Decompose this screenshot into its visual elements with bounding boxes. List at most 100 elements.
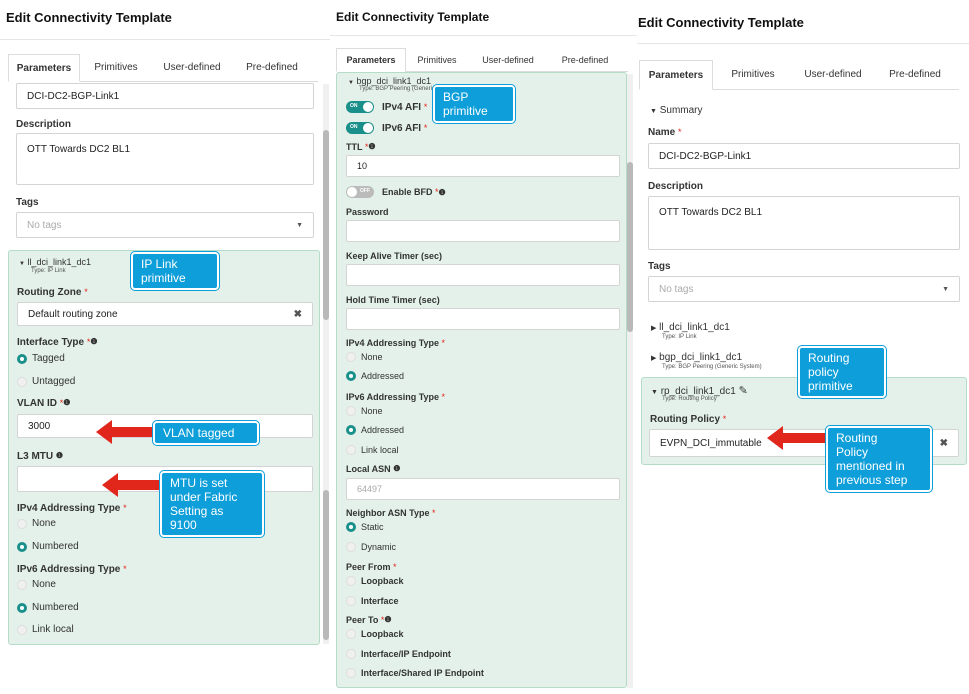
radio-peer-to-interface-shared[interactable]: Interface/Shared IP Endpoint [346,668,484,678]
tab-primitives[interactable]: Primitives [80,54,152,81]
description-field[interactable]: OTT Towards DC2 BL1 [16,133,314,185]
caret-down-icon: ▼ [348,80,354,86]
neighbor-asn-label: Neighbor ASN Type * [346,508,436,518]
ttl-field[interactable]: 10 [346,155,620,177]
holdtime-label: Hold Time Timer (sec) [346,295,440,305]
password-field[interactable] [346,220,620,242]
radio-peer-from-interface[interactable]: Interface [346,596,399,606]
radio-tagged[interactable]: Tagged [17,353,65,364]
caret-right-icon: ▶ [651,355,657,362]
pencil-icon[interactable]: ✎ [739,385,748,397]
callout-ip-link: IP Link primitive [131,252,219,290]
toggle-bfd[interactable]: OFF Enable BFD * ❶ [346,186,446,198]
callout-routing-policy-primitive: Routing policy primitive [798,346,886,398]
radio-ipv4-none[interactable]: None [346,352,383,362]
tree-node-ip-link[interactable]: ▶ ll_dci_link1_dc1 [651,322,730,333]
local-asn-label: Local ASN ❶ [346,464,401,474]
callout-bgp: BGP primitive [433,85,515,123]
tab-user-defined[interactable]: User-defined [468,48,548,71]
radio-peer-to-interface-ip[interactable]: Interface/IP Endpoint [346,649,451,659]
tab-primitives[interactable]: Primitives [713,60,793,89]
block-title[interactable]: ▼ ll_dci_link1_dc1 [19,257,91,267]
toggle-ipv4-afi[interactable]: ON IPv4 AFI * [346,101,427,113]
radio-ipv6-addressed[interactable]: Addressed [346,425,404,435]
callout-mentioned: Routing Policy mentioned in previous step [826,426,932,492]
scrollbar-thumb-lower[interactable] [323,490,329,640]
radio-ipv4-numbered[interactable]: Numbered [17,541,79,552]
info-icon: ❶ [90,337,98,346]
radio-ipv6-link-local[interactable]: Link local [17,624,74,635]
tab-parameters[interactable]: Parameters [639,60,713,90]
scrollbar[interactable] [323,84,329,644]
summary-toggle[interactable]: ▼ Summary [650,105,703,116]
radio-peer-from-loopback[interactable]: Loopback [346,576,404,586]
radio-ipv6-link-local[interactable]: Link local [346,445,399,455]
ipv6-addressing-label: IPv6 Addressing Type * [346,392,446,402]
radio-static[interactable]: Static [346,522,384,532]
block-type: Type: IP Link [31,268,66,274]
tab-bar: Parameters Primitives User-defined Pre-d… [8,54,318,82]
radio-ipv4-addressed[interactable]: Addressed [346,371,404,381]
toggle-ipv6-afi[interactable]: ON IPv6 AFI * [346,122,427,134]
description-field[interactable]: OTT Towards DC2 BL1 [648,196,960,250]
radio-peer-to-loopback[interactable]: Loopback [346,629,404,639]
block-name: ll_dci_link1_dc1 [27,257,92,267]
tags-label: Tags [648,261,671,272]
clear-icon[interactable]: ✖ [940,438,948,449]
description-label: Description [16,119,72,130]
tab-primitives[interactable]: Primitives [406,48,468,71]
tab-user-defined[interactable]: User-defined [793,60,873,89]
ipv4-addressing-label: IPv4 Addressing Type * [346,338,446,348]
routing-zone-select[interactable]: Default routing zone ✖ [17,302,313,326]
tags-label: Tags [16,197,39,208]
radio-untagged[interactable]: Untagged [17,376,75,387]
ipv6-addressing-label: IPv6 Addressing Type * [17,564,127,575]
tree-node-bgp[interactable]: ▶ bgp_dci_link1_dc1 [651,352,742,363]
holdtime-field[interactable] [346,308,620,330]
tags-select[interactable]: No tags ▼ [648,276,960,302]
page-title: Edit Connectivity Template [336,10,490,24]
clear-icon[interactable]: ✖ [294,309,302,320]
tab-parameters[interactable]: Parameters [336,48,406,72]
tab-pre-defined[interactable]: Pre-defined [232,54,312,81]
routing-zone-value: Default routing zone [28,308,118,320]
peer-from-label: Peer From * [346,562,397,572]
panel-bgp: Edit Connectivity Template Parameters Pr… [330,0,637,694]
name-field[interactable]: DCI-DC2-BGP-Link1 [16,83,314,109]
tab-pre-defined[interactable]: Pre-defined [873,60,957,89]
radio-ipv6-none[interactable]: None [17,579,56,590]
tab-parameters[interactable]: Parameters [8,54,80,82]
arrow-routing-policy [767,426,827,450]
ttl-label: TTL *❶ [346,142,376,152]
name-field[interactable]: DCI-DC2-BGP-Link1 [648,143,960,169]
scrollbar-thumb[interactable] [323,130,329,320]
description-text: OTT Towards DC2 BL1 [659,207,763,218]
keepalive-label: Keep Alive Timer (sec) [346,251,443,261]
page-title: Edit Connectivity Template [6,10,172,25]
radio-ipv6-none[interactable]: None [346,406,383,416]
block-title[interactable]: ▼ bgp_dci_link1_dc1 [348,76,431,86]
tree-node-ip-link-type: Type: IP Link [662,334,697,340]
local-asn-field[interactable]: 64497 [346,478,620,500]
tags-select[interactable]: No tags ▼ [16,212,314,238]
peer-to-label: Peer To *❶ [346,615,392,625]
callout-mtu: MTU is set under Fabric Setting as 9100 [160,471,264,537]
info-icon: ❶ [368,142,376,151]
tab-user-defined[interactable]: User-defined [152,54,232,81]
info-icon: ❶ [438,187,446,197]
panel-routing-policy: Edit Connectivity Template Parameters Pr… [637,0,969,694]
interface-type-label: Interface Type *❶ [17,337,98,348]
description-label: Description [648,181,704,192]
scrollbar-thumb[interactable] [627,162,633,332]
keepalive-field[interactable] [346,264,620,286]
ipv4-addressing-label: IPv4 Addressing Type * [17,503,127,514]
tab-bar: Parameters Primitives User-defined Pre-d… [336,48,628,72]
radio-ipv4-none[interactable]: None [17,518,56,529]
radio-ipv6-numbered[interactable]: Numbered [17,602,79,613]
scrollbar[interactable] [627,74,633,688]
tab-pre-defined[interactable]: Pre-defined [548,48,622,71]
tab-bar: Parameters Primitives User-defined Pre-d… [639,60,959,90]
tree-node-bgp-type: Type: BGP Peering (Generic System) [662,364,762,370]
radio-dynamic[interactable]: Dynamic [346,542,396,552]
info-icon: ❶ [55,451,64,460]
